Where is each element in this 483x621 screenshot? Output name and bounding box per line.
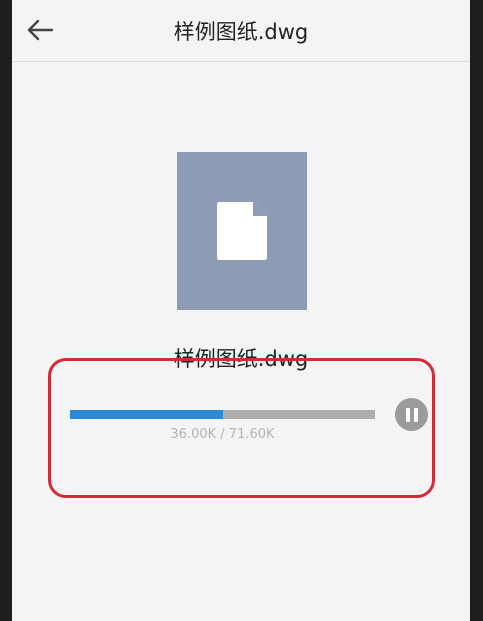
pause-icon — [405, 407, 418, 422]
back-button[interactable] — [22, 12, 58, 48]
file-thumbnail — [177, 152, 307, 310]
download-progress-fill — [70, 410, 224, 419]
download-size-text: 36.00K / 71.60K — [170, 427, 275, 442]
arrow-left-icon — [27, 19, 54, 41]
download-progress-bar — [70, 410, 375, 419]
download-screen: 样例图纸.dwg 样例图纸.dwg 36.00K / 71.60K — [12, 0, 470, 621]
document-icon — [217, 202, 267, 260]
top-bar: 样例图纸.dwg — [12, 0, 470, 62]
page-title: 样例图纸.dwg — [173, 20, 309, 44]
file-name: 样例图纸.dwg — [173, 347, 309, 371]
pause-button[interactable] — [395, 398, 428, 431]
